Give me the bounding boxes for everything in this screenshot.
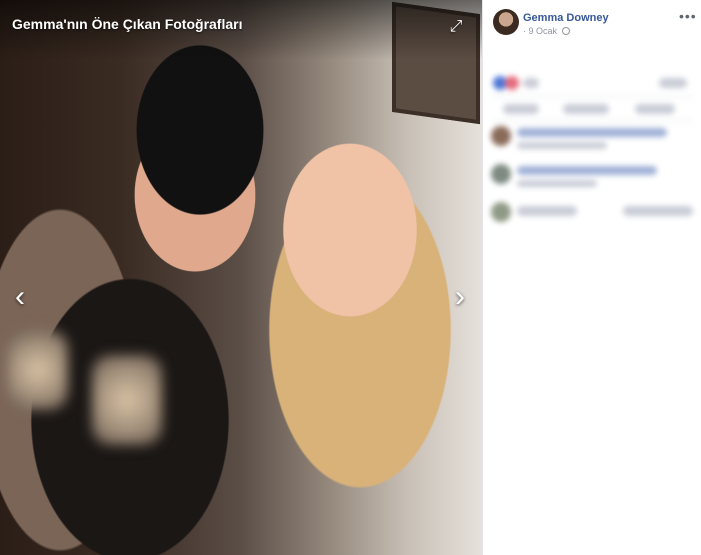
- expand-icon[interactable]: ⤢: [447, 18, 465, 36]
- reaction-icon: [505, 76, 519, 90]
- comment-count: [659, 78, 687, 88]
- comment-input[interactable]: [517, 206, 577, 216]
- author-name[interactable]: Gemma Downey: [523, 12, 609, 24]
- post-date[interactable]: 9 Ocak: [529, 26, 558, 36]
- comment-avatar: [491, 202, 511, 222]
- blurred-glass: [92, 355, 162, 445]
- comment-meta-line: [517, 180, 597, 187]
- reaction-count: [523, 78, 539, 88]
- blurred-glass: [8, 330, 68, 410]
- photo-viewer: Gemma'nın Öne Çıkan Fotoğrafları ⤢ ‹ ›: [0, 0, 482, 555]
- blurred-content: [483, 60, 701, 230]
- comment-button[interactable]: [563, 104, 609, 114]
- share-button[interactable]: [635, 104, 675, 114]
- divider: [491, 120, 694, 121]
- comment-line: [517, 166, 657, 175]
- post-meta: · 9 Ocak: [523, 26, 570, 36]
- album-title: Gemma'nın Öne Çıkan Fotoğrafları: [12, 16, 243, 32]
- avatar[interactable]: [493, 9, 519, 35]
- chevron-left-icon[interactable]: ‹: [8, 280, 32, 314]
- divider: [491, 96, 694, 97]
- globe-icon: [561, 27, 570, 35]
- more-options-icon[interactable]: •••: [679, 8, 697, 24]
- comment-avatar: [491, 126, 511, 146]
- post-side-panel: Gemma Downey · 9 Ocak •••: [482, 0, 701, 555]
- post-separator: ·: [523, 26, 526, 36]
- comment-meta-line: [517, 142, 607, 149]
- comment-line: [517, 128, 667, 137]
- comment-avatar: [491, 164, 511, 184]
- comment-input-icons: [623, 206, 693, 216]
- like-button[interactable]: [503, 104, 539, 114]
- chevron-right-icon[interactable]: ›: [448, 280, 472, 314]
